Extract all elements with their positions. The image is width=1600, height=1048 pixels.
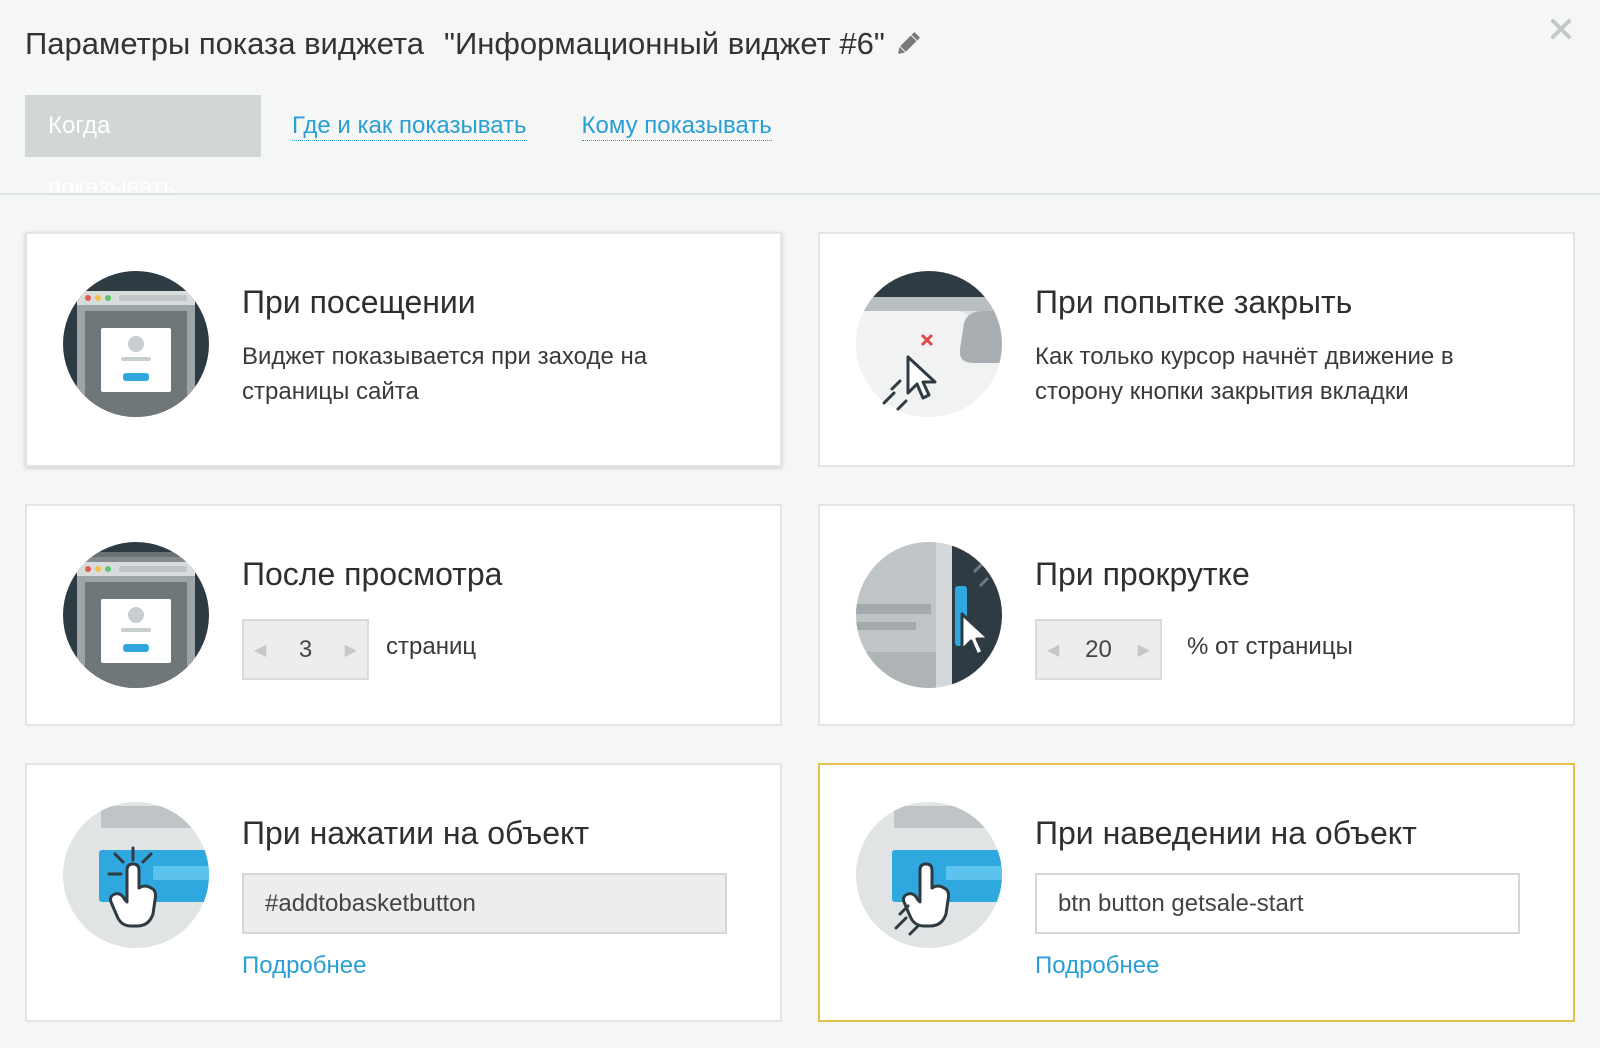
card-description: Виджет показывается при заходе на страни… xyxy=(242,343,648,405)
increment-arrow-icon[interactable]: ▶ xyxy=(345,640,357,660)
card-title: При попытке закрыть xyxy=(1035,284,1353,320)
click-hand-icon xyxy=(63,802,209,948)
decrement-arrow-icon[interactable]: ◀ xyxy=(254,640,266,660)
tab-whom[interactable]: Кому показывать xyxy=(581,112,772,141)
card-on-object-hover[interactable]: При наведении на объект btn button getsa… xyxy=(818,763,1575,1022)
pages-unit-label: страниц xyxy=(386,633,477,660)
card-title: При наведении на объект xyxy=(1035,815,1417,851)
card-title: После просмотра xyxy=(242,556,503,592)
percent-unit-label: % от страницы xyxy=(1187,633,1353,660)
card-description: Как только курсор начнёт движение в стор… xyxy=(1035,343,1454,405)
more-link[interactable]: Подробнее xyxy=(242,952,366,980)
card-after-view[interactable]: После просмотра ◀ 3 ▶ страниц xyxy=(25,504,782,726)
more-link[interactable]: Подробнее xyxy=(1035,952,1159,980)
card-on-object-click[interactable]: При нажатии на объект #addtobasketbutton… xyxy=(25,763,782,1022)
cursor-close-tab-icon xyxy=(856,271,1002,417)
pencil-icon[interactable] xyxy=(893,29,923,59)
percent-value[interactable]: 20 xyxy=(1085,636,1112,664)
widget-name[interactable]: "Информационный виджет #6" xyxy=(444,26,885,62)
tab-where-how[interactable]: Где и как показывать xyxy=(292,112,527,141)
hover-selector-input[interactable]: btn button getsale-start xyxy=(1035,873,1520,934)
dialog-title-text: Параметры показа виджета xyxy=(25,26,425,61)
card-title: При нажатии на объект xyxy=(242,815,590,851)
card-on-scroll[interactable]: При прокрутке ◀ 20 ▶ % от страницы xyxy=(818,504,1575,726)
hover-hand-icon xyxy=(856,802,1002,948)
click-selector-input[interactable]: #addtobasketbutton xyxy=(242,873,727,934)
card-on-close-attempt[interactable]: При попытке закрыть Как только курсор на… xyxy=(818,232,1575,467)
pages-stepper[interactable]: ◀ 3 ▶ xyxy=(242,619,369,680)
percent-stepper[interactable]: ◀ 20 ▶ xyxy=(1035,619,1162,680)
dialog-title: Параметры показа виджета "Информационный… xyxy=(25,26,923,62)
scrollbar-cursor-icon xyxy=(856,542,1002,688)
close-icon[interactable] xyxy=(1548,16,1574,42)
pages-value[interactable]: 3 xyxy=(299,636,312,664)
card-on-visit[interactable]: При посещении Виджет показывается при за… xyxy=(25,232,782,467)
card-title: При посещении xyxy=(242,284,476,320)
tab-when[interactable]: Когда показывать xyxy=(25,95,261,201)
tab-bar: Когда показывать Где и как показывать Ко… xyxy=(25,95,772,201)
browser-pages-icon xyxy=(63,542,209,688)
browser-window-icon xyxy=(63,271,209,417)
card-title: При прокрутке xyxy=(1035,556,1250,592)
header-divider xyxy=(0,193,1600,195)
decrement-arrow-icon[interactable]: ◀ xyxy=(1047,640,1059,660)
increment-arrow-icon[interactable]: ▶ xyxy=(1138,640,1150,660)
